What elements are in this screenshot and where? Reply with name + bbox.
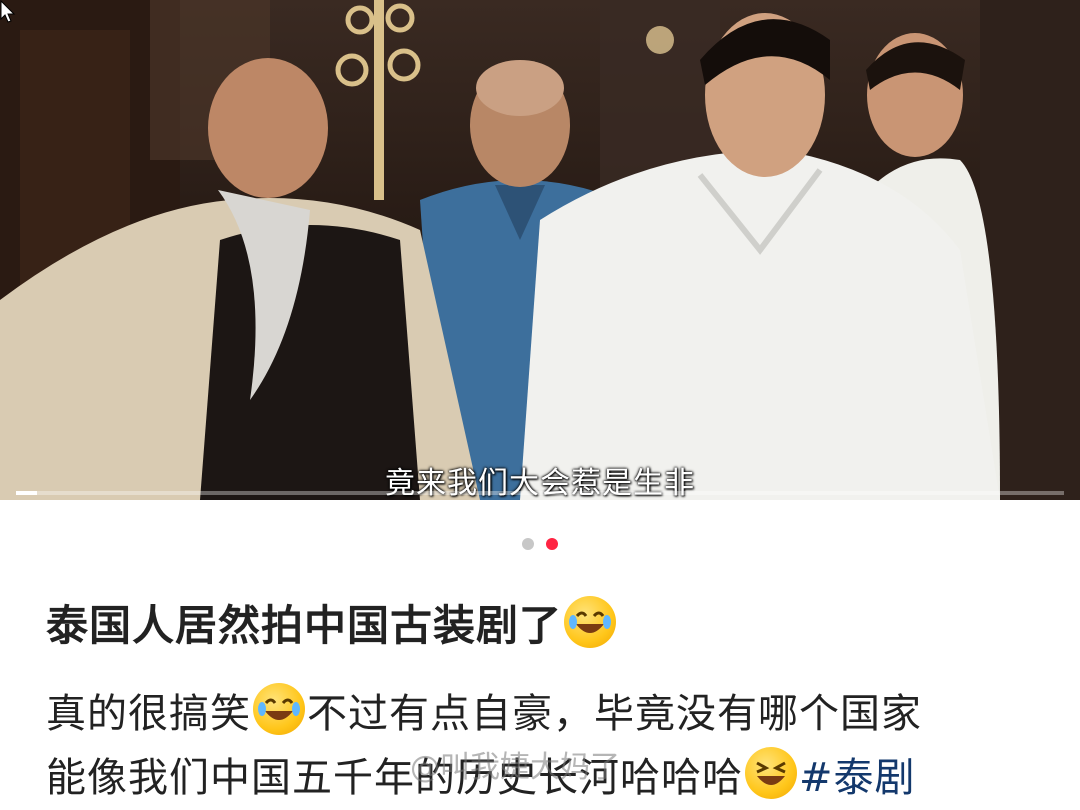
mouse-pointer-icon xyxy=(0,0,16,23)
movie-still xyxy=(0,0,1080,500)
post-title-text: 泰国人居然拍中国古装剧了 xyxy=(46,601,563,650)
hashtag-link[interactable]: #泰剧 xyxy=(799,755,916,801)
laughing-tears-emoji-icon xyxy=(253,683,305,735)
laughing-tears-emoji-icon xyxy=(564,596,617,648)
carousel-dot-1[interactable] xyxy=(522,537,534,550)
post-title: 泰国人居然拍中国古装剧了 xyxy=(46,592,1050,653)
grinning-squint-emoji-icon xyxy=(745,747,797,799)
carousel-dot-2[interactable] xyxy=(546,537,558,550)
watermark: @叫我婕大妈了 xyxy=(410,750,620,785)
video-progress-bar[interactable] xyxy=(16,491,1064,495)
video-frame[interactable]: 竟来我们大会惹是生非 xyxy=(0,0,1080,500)
post-body-segment: 不过有点自豪，毕竟没有哪个国家 xyxy=(307,691,922,737)
post-body-segment: 能像我们中国五千年的历史长河哈哈哈 xyxy=(46,755,743,801)
post-body-segment: 真的很搞笑 xyxy=(46,691,251,737)
carousel-indicator xyxy=(0,533,1080,552)
video-progress-fill xyxy=(16,491,37,495)
post-body-line-1: 真的很搞笑 不过有点自豪，毕竟没有哪个国家 xyxy=(46,682,1036,746)
